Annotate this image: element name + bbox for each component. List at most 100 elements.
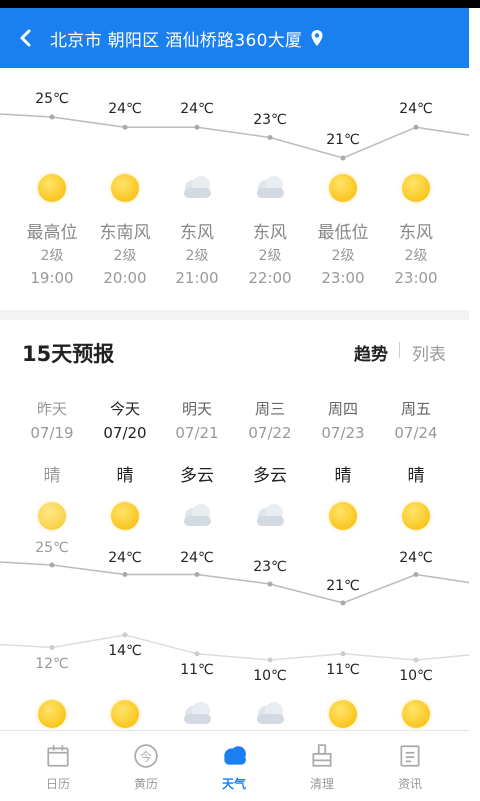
almanac-icon: 今	[134, 744, 158, 768]
trend-tab[interactable]: 趋势	[354, 340, 388, 365]
sun-icon	[111, 502, 139, 530]
sun-icon	[402, 502, 430, 530]
high-temp-point	[122, 572, 128, 577]
wind-direction: 最低位	[317, 223, 369, 243]
high-temp-point	[267, 581, 273, 587]
mode-separator	[399, 342, 400, 358]
nav-label: 资讯	[397, 777, 422, 791]
wind-direction: 东风	[180, 223, 214, 243]
hourly-point	[267, 135, 273, 140]
hourly-point	[122, 124, 128, 130]
sun-icon	[402, 174, 430, 202]
wind-level: 2级	[258, 248, 282, 264]
location-pin-icon[interactable]	[310, 29, 324, 47]
day-condition: 多云	[253, 466, 287, 486]
nav-item-3[interactable]: 清理	[286, 731, 358, 801]
cloud-icon	[257, 504, 284, 526]
chevron-left-icon	[20, 29, 31, 47]
cloud-icon	[184, 176, 211, 198]
wind-level: 2级	[331, 248, 355, 264]
sun-icon	[38, 174, 66, 202]
high-temp-point	[340, 600, 346, 606]
hour-time: 19:00	[30, 269, 74, 287]
day-date: 07/23	[321, 424, 365, 442]
status-bar	[0, 0, 480, 8]
wind-direction: 东风	[253, 223, 287, 243]
hourly-temp: 23℃	[253, 111, 287, 128]
day-name: 今天	[109, 400, 140, 418]
day-date: 07/22	[248, 424, 292, 442]
sun-icon	[111, 174, 139, 202]
hourly-point	[194, 124, 200, 130]
nav-label: 清理	[309, 777, 334, 791]
day-condition: 晴	[334, 466, 352, 486]
high-temp-point	[413, 572, 419, 577]
hour-time: 22:00	[248, 269, 292, 287]
day-name: 昨天	[36, 400, 67, 418]
day-date: 07/19	[30, 424, 74, 442]
wind-direction: 最高位	[26, 223, 78, 243]
daily-temp-chart	[0, 561, 469, 663]
hourly-temp: 25℃	[35, 91, 69, 107]
svg-text:今: 今	[140, 750, 152, 764]
day-condition: 晴	[116, 466, 134, 486]
wind-level: 2级	[185, 248, 209, 264]
wind-direction: 东风	[399, 223, 433, 243]
low-temp-point	[267, 657, 273, 663]
nav-label: 天气	[221, 777, 246, 791]
hour-time: 23:00	[321, 269, 365, 287]
cloud-icon	[257, 176, 284, 198]
day-date: 07/21	[175, 424, 219, 442]
day-date: 07/24	[394, 424, 438, 442]
wind-direction: 东南风	[99, 223, 151, 243]
high-temp-point	[49, 562, 55, 568]
hourly-forecast: 25℃ 24℃ 24℃ 23℃ 21℃ 24℃ 最高位 2级 19:00 东南风 2级 20:00 东风…	[0, 68, 469, 310]
nav-item-4[interactable]: 资讯	[374, 731, 446, 801]
low-temp-point	[340, 651, 346, 657]
wind-level: 2级	[113, 248, 137, 264]
hourly-temp: 24℃	[108, 101, 142, 118]
sun-icon	[38, 502, 66, 530]
hourly-temp: 24℃	[399, 101, 433, 118]
nav-item-0[interactable]: 日历	[22, 731, 94, 801]
hour-time: 20:00	[103, 269, 147, 287]
weather-cloud-icon	[224, 746, 246, 765]
hour-time: 23:00	[394, 269, 438, 287]
forecast-title: 15天预报	[22, 342, 115, 366]
nav-label: 日历	[45, 777, 70, 791]
cloud-icon	[184, 504, 211, 526]
sun-icon	[329, 174, 357, 202]
high-temp-point	[194, 572, 200, 577]
header-bar: 北京市 朝阳区 酒仙桥路360大厦	[0, 8, 469, 68]
clean-icon	[312, 744, 332, 767]
hourly-temp: 24℃	[180, 101, 214, 118]
day-condition: 晴	[407, 466, 425, 486]
day-name: 周四	[327, 400, 358, 418]
hourly-point	[413, 124, 419, 130]
day-condition: 晴	[43, 466, 61, 486]
low-temp-point	[122, 632, 128, 638]
hourly-point	[49, 114, 55, 120]
low-temp-point	[49, 645, 55, 650]
news-icon	[400, 745, 420, 767]
nav-item-1[interactable]: 今黄历	[110, 731, 182, 801]
bottom-nav: 日历 今黄历天气 清理 资讯	[0, 730, 469, 800]
hourly-temp: 21℃	[326, 132, 360, 148]
day-condition: 多云	[180, 466, 214, 486]
day-date: 07/20	[103, 424, 147, 442]
wind-level: 2级	[404, 248, 428, 264]
low-temp-point	[413, 657, 419, 663]
list-tab[interactable]: 列表	[412, 340, 446, 365]
location-title[interactable]: 北京市 朝阳区 酒仙桥路360大厦	[50, 26, 302, 51]
back-button[interactable]	[0, 8, 50, 68]
right-edge	[469, 8, 480, 800]
hour-time: 21:00	[175, 269, 219, 287]
calendar-icon	[47, 745, 69, 767]
wind-level: 2级	[40, 248, 64, 264]
nav-item-2[interactable]: 天气	[198, 731, 270, 801]
hourly-point	[340, 155, 346, 161]
day-name: 周五	[400, 400, 431, 418]
section-divider	[0, 310, 469, 320]
day-name: 周三	[254, 400, 285, 418]
sun-icon	[329, 502, 357, 530]
